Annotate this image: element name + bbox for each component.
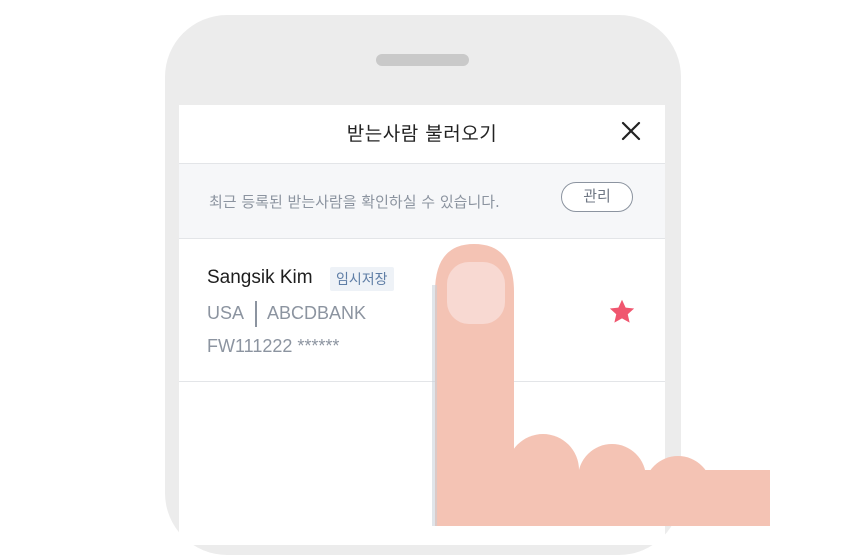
recipient-account: FW111222 ****** xyxy=(207,336,340,356)
dialog-title: 받는사람 불러오기 xyxy=(346,123,498,145)
dialog-header: 받는사람 불러오기 xyxy=(179,105,665,164)
star-icon xyxy=(609,299,635,323)
close-button[interactable] xyxy=(619,119,643,143)
notice-text: 최근 등록된 받는사람을 확인하실 수 있습니다. xyxy=(209,193,500,211)
recipient-list-item[interactable]: Sangsik Kim 임시저장 USA ABCDBANK FW111222 *… xyxy=(179,239,665,382)
recipient-bank: ABCDBANK xyxy=(267,303,367,323)
favorite-star-button[interactable] xyxy=(607,297,637,327)
notice-bar: 최근 등록된 받는사람을 확인하실 수 있습니다. 관리 xyxy=(179,164,665,239)
temporary-saved-badge: 임시저장 xyxy=(330,267,394,291)
recipient-country: USA xyxy=(207,303,245,323)
recipient-name: Sangsik Kim xyxy=(207,267,313,288)
close-icon xyxy=(621,121,641,141)
manage-button[interactable]: 관리 xyxy=(561,182,633,212)
phone-speaker xyxy=(376,54,469,66)
divider xyxy=(255,301,257,327)
recipient-dialog: 받는사람 불러오기 최근 등록된 받는사람을 확인하실 수 있습니다. 관리 S… xyxy=(179,105,665,545)
